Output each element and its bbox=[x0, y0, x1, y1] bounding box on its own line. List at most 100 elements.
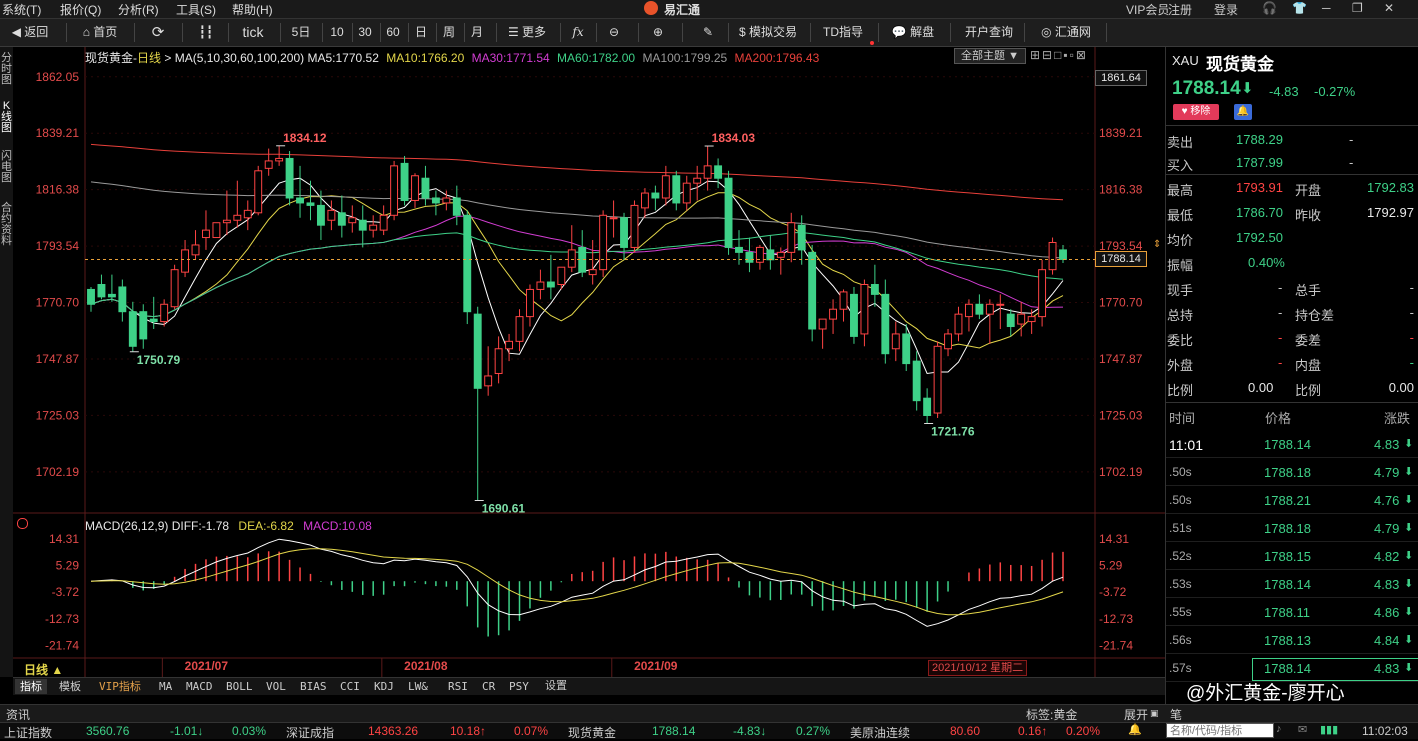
search-input[interactable] bbox=[1166, 723, 1274, 738]
menu-system[interactable]: 系统(T) bbox=[2, 1, 41, 18]
tab-boll[interactable]: BOLL bbox=[226, 679, 253, 694]
close-icon[interactable]: ✕ bbox=[1384, 1, 1394, 15]
candle-body bbox=[964, 303, 973, 318]
menu-quote[interactable]: 报价(Q) bbox=[60, 1, 101, 18]
ticker-name[interactable]: 上证指数 bbox=[4, 724, 52, 741]
chart-window-controls[interactable]: ⊞⊟□▪▫⊠ bbox=[1030, 48, 1088, 62]
tab-rsi[interactable]: RSI bbox=[448, 679, 468, 694]
period-week[interactable]: 周 bbox=[438, 23, 460, 42]
expand-icon[interactable]: ▣ bbox=[1150, 708, 1159, 719]
period-5d[interactable]: 5日 bbox=[288, 23, 314, 42]
tab-cr[interactable]: CR bbox=[482, 679, 495, 694]
macd-tick-label: -3.72 bbox=[1099, 585, 1127, 599]
bell-icon[interactable]: 🔔 bbox=[1234, 104, 1252, 120]
register-link[interactable]: 注册 bbox=[1168, 1, 1192, 18]
tick-change: 4.83 bbox=[1374, 437, 1400, 452]
tab-vip-indicator[interactable]: VIP指标 bbox=[99, 679, 141, 694]
td-guide-button[interactable]: TD指导 bbox=[818, 23, 868, 42]
tab-lw[interactable]: LW& bbox=[408, 679, 428, 694]
sim-trade-button[interactable]: $ 模拟交易 bbox=[734, 23, 802, 42]
tab-template[interactable]: 模板 bbox=[59, 679, 81, 694]
ticker-name[interactable]: 现货黄金 bbox=[568, 724, 616, 741]
tab-indicator[interactable]: 指标 bbox=[15, 679, 47, 694]
more-button[interactable]: ☰ 更多 bbox=[502, 23, 552, 42]
huitong-button[interactable]: ◎ 汇通网 bbox=[1034, 23, 1098, 42]
tab-contract[interactable]: 合约资料 bbox=[0, 203, 13, 247]
price-tick-label: 1770.70 bbox=[1099, 296, 1143, 310]
candle-body bbox=[484, 375, 493, 387]
zoom-in-icon[interactable]: ⊕ bbox=[646, 23, 670, 42]
home-button[interactable]: ⌂ 首页 bbox=[76, 23, 124, 42]
candle-body bbox=[902, 333, 911, 365]
macd-tick-label: -3.72 bbox=[52, 585, 80, 599]
tab-vol[interactable]: VOL bbox=[266, 679, 286, 694]
tab-settings[interactable]: 设置 bbox=[545, 679, 567, 694]
menu-tools[interactable]: 工具(S) bbox=[176, 1, 216, 18]
tab-macd[interactable]: MACD bbox=[186, 679, 213, 694]
shirt-icon[interactable]: 👕 bbox=[1292, 1, 1307, 15]
tick-button[interactable]: tick bbox=[236, 23, 270, 42]
account-query-button[interactable]: 开户查询 bbox=[960, 23, 1018, 42]
period-month[interactable]: 月 bbox=[466, 23, 488, 42]
bell-icon[interactable]: 🔔 bbox=[1128, 723, 1142, 736]
tab-ma[interactable]: MA bbox=[159, 679, 172, 694]
candle-body bbox=[672, 175, 681, 204]
menu-help[interactable]: 帮助(H) bbox=[232, 1, 273, 18]
minimize-icon[interactable]: ─ bbox=[1322, 1, 1331, 15]
period-10[interactable]: 10 bbox=[326, 23, 348, 42]
period-day[interactable]: 日 bbox=[410, 23, 432, 42]
candle-body bbox=[630, 204, 639, 248]
formula-icon[interactable]: fx bbox=[566, 23, 590, 42]
tab-psy[interactable]: PSY bbox=[509, 679, 529, 694]
login-link[interactable]: 登录 bbox=[1214, 1, 1238, 18]
tick-time: .51s bbox=[1169, 521, 1192, 535]
news-label[interactable]: 资讯 bbox=[6, 706, 30, 723]
macd-diff: DIFF:-1.78 bbox=[171, 519, 230, 533]
period-60[interactable]: 60 bbox=[382, 23, 404, 42]
tab-kline[interactable]: K线图 bbox=[0, 101, 13, 134]
down-arrow-icon: ⬇ bbox=[1404, 634, 1414, 646]
ticker-name[interactable]: 美原油连续 bbox=[850, 724, 910, 741]
refresh-icon[interactable]: ⟳ bbox=[146, 23, 170, 42]
signal-icon: ▮▮▮ bbox=[1320, 724, 1339, 736]
tab-flash[interactable]: 闪电图 bbox=[0, 151, 13, 184]
remove-watch-button[interactable]: ♥ 移除 bbox=[1173, 104, 1219, 120]
tab-cci[interactable]: CCI bbox=[340, 679, 360, 694]
avg-row: 均价 1792.50 bbox=[1167, 230, 1283, 248]
macd-settings-icon[interactable] bbox=[17, 518, 28, 529]
tab-bias[interactable]: BIAS bbox=[300, 679, 327, 694]
analysis-button[interactable]: 💬 解盘 bbox=[886, 23, 940, 42]
period-label[interactable]: 日线 bbox=[137, 51, 161, 65]
price-down-icon: ⬇ bbox=[1241, 80, 1254, 97]
headset-icon[interactable]: 🎧 bbox=[1262, 1, 1277, 15]
candle-body bbox=[327, 209, 336, 221]
dollar-icon: $ bbox=[738, 25, 749, 39]
candlestick-icon[interactable]: ┇┇ bbox=[194, 23, 218, 42]
price-tick-label: 1725.03 bbox=[1099, 408, 1143, 422]
pen-label[interactable]: 笔 bbox=[1170, 706, 1182, 723]
down-arrow-icon: ⬇ bbox=[1404, 494, 1414, 506]
sound-icon[interactable]: ♪ bbox=[1276, 723, 1282, 735]
menu-analysis[interactable]: 分析(R) bbox=[118, 1, 159, 18]
price-tick-label: 1816.38 bbox=[1099, 183, 1143, 197]
back-button[interactable]: ◀ 返回 bbox=[6, 23, 54, 42]
vip-link[interactable]: VIP会员 bbox=[1126, 1, 1169, 18]
period-toggle[interactable]: 日线 ▲ bbox=[24, 661, 63, 678]
expand-button[interactable]: 展开 bbox=[1124, 706, 1148, 723]
ticker-name[interactable]: 深证成指 bbox=[286, 724, 334, 741]
zoom-out-icon[interactable]: ⊖ bbox=[602, 23, 626, 42]
candle-body bbox=[212, 222, 221, 239]
period-30[interactable]: 30 bbox=[354, 23, 376, 42]
tick-price: 1788.14 bbox=[1264, 577, 1311, 592]
message-icon[interactable]: ✉ bbox=[1298, 723, 1307, 736]
theme-dropdown[interactable]: 全部主题 ▼ bbox=[954, 48, 1026, 64]
candle-body bbox=[369, 224, 378, 231]
tick-price: 1788.14 bbox=[1264, 661, 1311, 676]
kline-chart[interactable]: 1862.05 1839.21 1816.38 1793.54 1770.70 1747.… bbox=[13, 47, 1165, 677]
quote-panel: XAU 现货黄金 1788.14 ⬇ -4.83 -0.27% ♥ 移除 🔔 卖… bbox=[1165, 47, 1418, 705]
restore-icon[interactable]: ❐ bbox=[1352, 1, 1363, 15]
tab-timeshare[interactable]: 分时图 bbox=[0, 53, 13, 86]
tab-kdj[interactable]: KDJ bbox=[374, 679, 394, 694]
pen-icon[interactable]: ✎ bbox=[696, 23, 720, 42]
candle-body bbox=[996, 303, 1005, 306]
